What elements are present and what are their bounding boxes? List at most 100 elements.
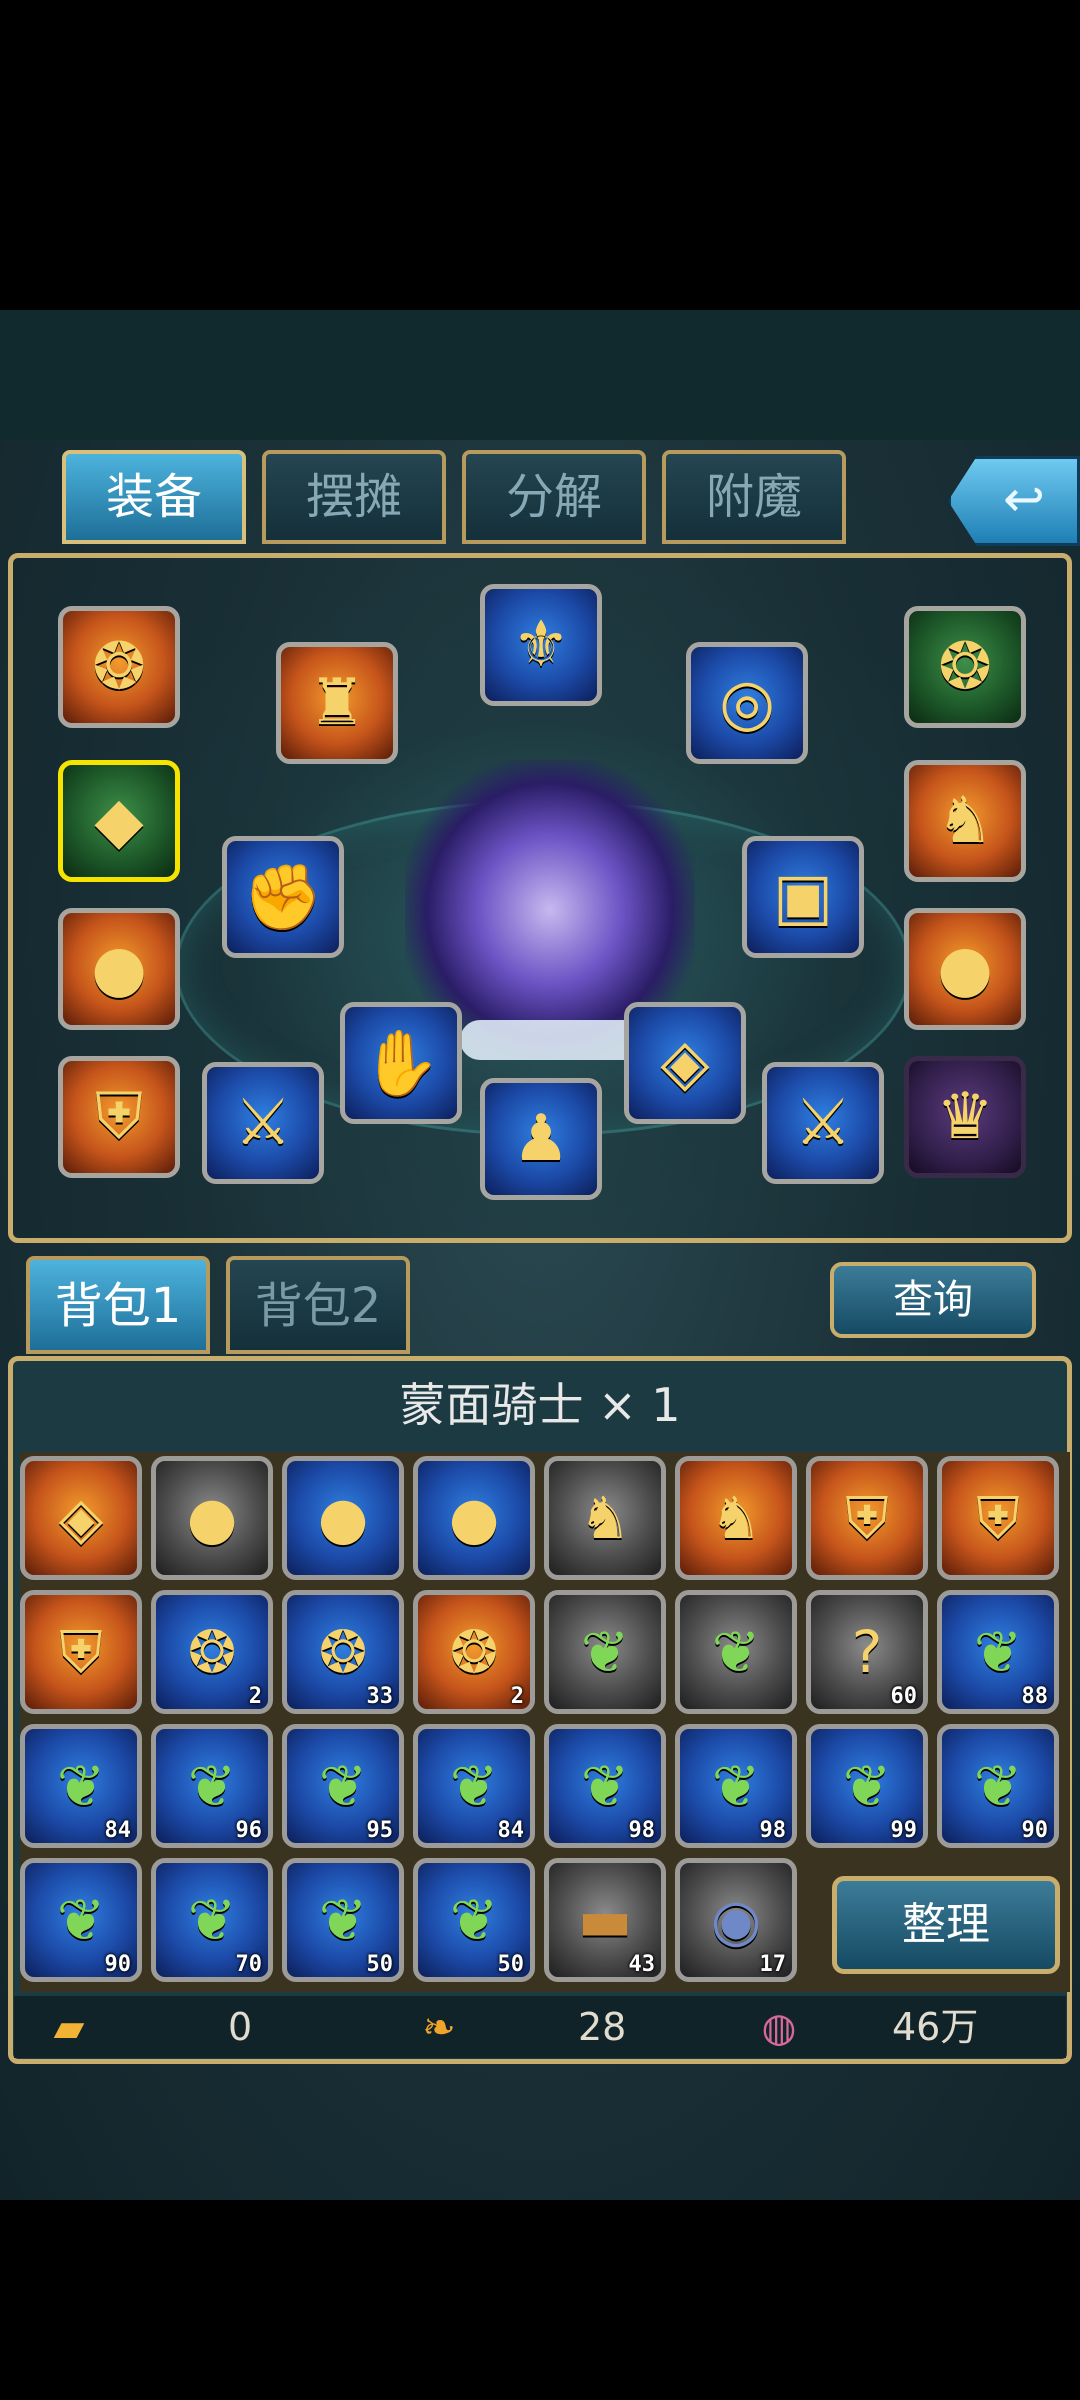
horse-mount-icon: ♞ xyxy=(710,1484,762,1552)
inventory-slot[interactable]: ❦ 98 xyxy=(675,1724,797,1848)
gold-ring-icon: ● xyxy=(186,1484,238,1552)
wood-log-icon: ▬ xyxy=(577,1886,633,1954)
herb-icon: ❦ xyxy=(187,1886,237,1954)
gold-ring-icon: ● xyxy=(317,1484,369,1552)
inventory-slot[interactable]: ● xyxy=(413,1456,535,1580)
equip-slot-gauntlet[interactable]: ✊ xyxy=(222,836,344,958)
tab-equipment[interactable]: 装备 xyxy=(62,450,246,544)
equip-slot-helmet[interactable]: ⚜ xyxy=(480,584,602,706)
inventory-slot[interactable]: ❦ 98 xyxy=(544,1724,666,1848)
tab-bag-1[interactable]: 背包1 xyxy=(26,1256,210,1354)
item-count: 96 xyxy=(235,1818,263,1843)
item-count: 50 xyxy=(366,1952,394,1977)
vip-crown-icon: ♛ xyxy=(936,1080,994,1154)
inventory-slot[interactable]: ❦ xyxy=(544,1590,666,1714)
inventory-slot[interactable]: ❦ 90 xyxy=(937,1724,1059,1848)
sword-icon: ⚔ xyxy=(234,1086,292,1160)
item-count: 70 xyxy=(235,1952,263,1977)
equip-slot-ring-left[interactable]: ● xyxy=(58,908,180,1030)
equip-slot-boots[interactable]: ♟ xyxy=(480,1078,602,1200)
belt-icon: ▣ xyxy=(772,860,834,934)
gauntlet-icon: ✊ xyxy=(243,860,323,935)
query-button[interactable]: 查询 xyxy=(830,1262,1036,1338)
gold-bar-icon: ▰ xyxy=(53,2005,85,2051)
herb-icon: ❦ xyxy=(56,1752,106,1820)
chain-ring-icon: ❂ xyxy=(938,630,992,704)
inventory-slot[interactable]: ◉ 17 xyxy=(675,1858,797,1982)
equip-slot-necklace-2[interactable]: ❂ xyxy=(904,606,1026,728)
inventory-slot[interactable]: ♞ xyxy=(675,1456,797,1580)
inventory-slot[interactable]: ● xyxy=(282,1456,404,1580)
red-cape-icon: ♜ xyxy=(308,666,366,740)
armor-icon: ⛨ xyxy=(59,1617,103,1686)
item-count: 88 xyxy=(1021,1684,1049,1709)
coin-amount: 46万 xyxy=(892,2005,979,2049)
item-count: 2 xyxy=(510,1684,524,1709)
equip-slot-bracelet[interactable]: ◎ xyxy=(686,642,808,764)
inventory-slot[interactable]: ❂ 33 xyxy=(282,1590,404,1714)
inventory-slot[interactable]: ❦ 84 xyxy=(413,1724,535,1848)
inventory-slot[interactable]: ❦ 70 xyxy=(151,1858,273,1982)
inventory-slot[interactable]: ⛨ xyxy=(937,1456,1059,1580)
equip-slot-cape[interactable]: ♜ xyxy=(276,642,398,764)
inventory-slot[interactable]: ● xyxy=(151,1456,273,1580)
equip-slot-necklace[interactable]: ❂ xyxy=(58,606,180,728)
tab-decompose[interactable]: 分解 xyxy=(462,450,646,544)
leaf-token-amount: 28 xyxy=(578,2005,627,2049)
return-arrow-icon: ↩ xyxy=(1003,470,1045,528)
equip-slot-ring-right[interactable]: ● xyxy=(904,908,1026,1030)
glove-icon: ✋ xyxy=(361,1026,441,1101)
equip-slot-weapon[interactable]: ⚔ xyxy=(202,1062,324,1184)
chain-ring-icon: ❂ xyxy=(449,1618,499,1686)
tab-bag-2[interactable]: 背包2 xyxy=(226,1256,410,1354)
inventory-slot[interactable]: ▬ 43 xyxy=(544,1858,666,1982)
mystery-item-icon: ? xyxy=(851,1618,883,1686)
equip-slot-glove[interactable]: ✋ xyxy=(340,1002,462,1124)
coin-icon: ◍ xyxy=(761,2005,797,2051)
inventory-slot[interactable]: ⛨ xyxy=(806,1456,928,1580)
item-count: 95 xyxy=(366,1818,394,1843)
equip-slot-pauldron[interactable]: ◈ xyxy=(624,1002,746,1124)
inventory-slot[interactable]: ❦ xyxy=(675,1590,797,1714)
inventory-slot[interactable]: ⛨ xyxy=(20,1590,142,1714)
equip-slot-armor[interactable]: ⛨ xyxy=(58,1056,180,1178)
inventory-slot[interactable]: ❦ 90 xyxy=(20,1858,142,1982)
equip-slot-belt[interactable]: ▣ xyxy=(742,836,864,958)
item-count: 2 xyxy=(248,1684,262,1709)
boots-icon: ♟ xyxy=(512,1102,570,1176)
item-count: 99 xyxy=(890,1818,918,1843)
inventory-slot[interactable]: ◈ xyxy=(20,1456,142,1580)
equip-slot-offhand[interactable]: ⚔ xyxy=(762,1062,884,1184)
inventory-slot[interactable]: ❂ 2 xyxy=(413,1590,535,1714)
inventory-slot[interactable]: ❦ 50 xyxy=(413,1858,535,1982)
inventory-slot[interactable]: ♞ xyxy=(544,1456,666,1580)
gold-ring-icon: ● xyxy=(91,932,147,1006)
herb-icon: ❦ xyxy=(187,1752,237,1820)
leaf-token-icon: ❧ xyxy=(422,2005,456,2051)
inventory-slot[interactable]: ? 60 xyxy=(806,1590,928,1714)
gold-ring-icon: ● xyxy=(448,1484,500,1552)
equip-slot-pet[interactable]: ◆ xyxy=(58,760,180,882)
inventory-slot[interactable]: ❦ 95 xyxy=(282,1724,404,1848)
herb-icon: ❦ xyxy=(580,1752,630,1820)
ore-stone-icon: ◉ xyxy=(710,1886,762,1954)
herb-icon: ❦ xyxy=(449,1886,499,1954)
inventory-slot[interactable]: ❦ 50 xyxy=(282,1858,404,1982)
equip-slot-vip[interactable]: ♛ xyxy=(904,1056,1026,1178)
herb-icon: ❦ xyxy=(711,1618,761,1686)
equip-slot-mount[interactable]: ♞ xyxy=(904,760,1026,882)
herb-icon: ❦ xyxy=(973,1618,1023,1686)
inventory-slot[interactable]: ❦ 96 xyxy=(151,1724,273,1848)
item-count: 50 xyxy=(497,1952,525,1977)
item-count: 90 xyxy=(1021,1818,1049,1843)
herb-icon: ❦ xyxy=(449,1752,499,1820)
tab-stall[interactable]: 摆摊 xyxy=(262,450,446,544)
inventory-slot[interactable]: ❦ 84 xyxy=(20,1724,142,1848)
sort-button[interactable]: 整理 xyxy=(832,1876,1060,1974)
inventory-slot[interactable]: ❦ 88 xyxy=(937,1590,1059,1714)
inventory-slot[interactable]: ❦ 99 xyxy=(806,1724,928,1848)
tab-enchant[interactable]: 附魔 xyxy=(662,450,846,544)
fox-pet-icon: ◆ xyxy=(94,784,144,858)
inventory-slot[interactable]: ❂ 2 xyxy=(151,1590,273,1714)
herb-icon: ❦ xyxy=(842,1752,892,1820)
